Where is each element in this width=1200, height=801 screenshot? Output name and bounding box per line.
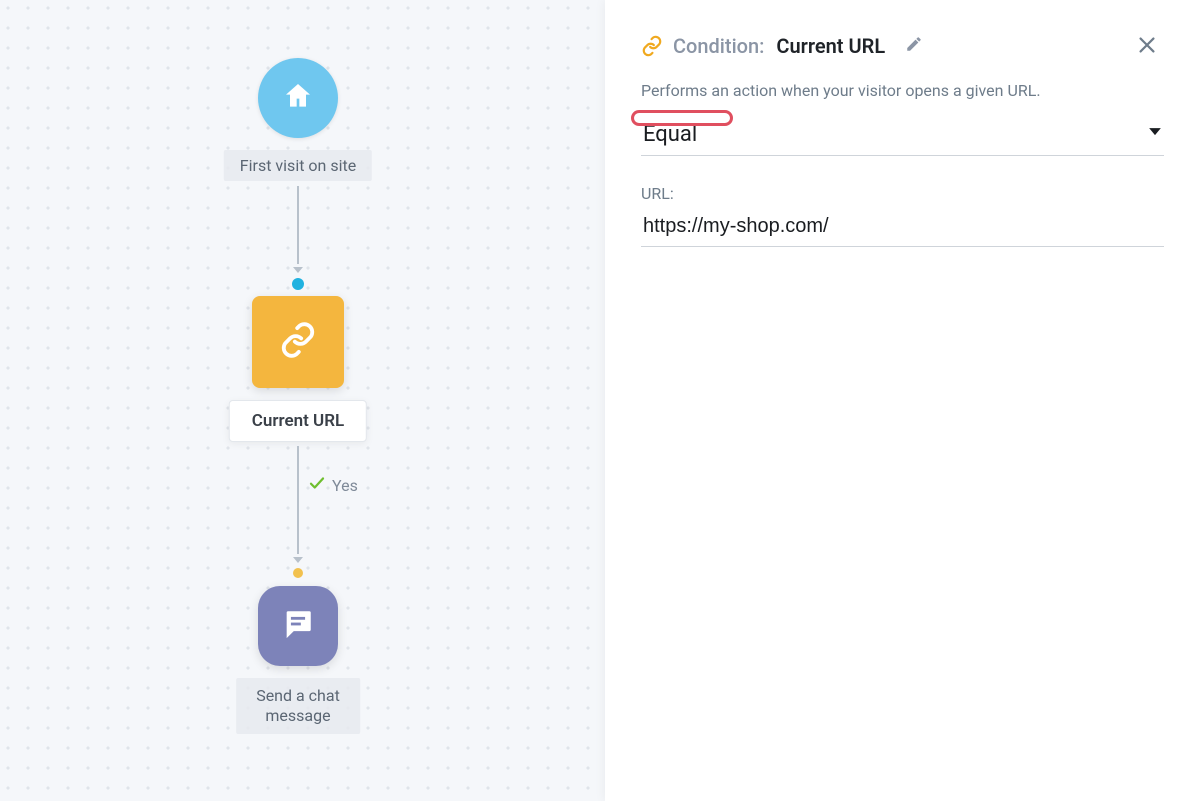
chat-icon [281, 607, 315, 645]
connector-dot-in [293, 568, 303, 578]
action-node-send-chat[interactable] [258, 586, 338, 666]
condition-value: Current URL [776, 34, 885, 58]
arrow-down-icon [292, 264, 304, 276]
close-icon [1136, 34, 1158, 60]
link-icon [641, 35, 663, 57]
connector-line [297, 186, 299, 264]
connector-line [297, 446, 299, 554]
action-node-label: Send a chatmessage [236, 678, 360, 734]
panel-description: Performs an action when your visitor ope… [641, 80, 1164, 102]
condition-label: Condition: [673, 34, 764, 58]
arrow-down-icon [292, 554, 304, 566]
trigger-node-first-visit[interactable] [258, 58, 338, 138]
condition-panel: Condition: Current URL Performs an actio… [605, 0, 1200, 801]
close-button[interactable] [1130, 30, 1164, 64]
condition-node-current-url[interactable] [252, 296, 344, 388]
panel-header: Condition: Current URL [641, 34, 1164, 58]
home-icon [282, 80, 314, 116]
trigger-node-label: First visit on site [224, 150, 372, 181]
pencil-icon [905, 38, 923, 57]
connector-dot-in [292, 278, 304, 290]
operator-value: Equal [641, 116, 1164, 155]
url-input[interactable] [641, 209, 1164, 247]
operator-select[interactable]: Equal [641, 116, 1164, 156]
flow-canvas[interactable]: First visit on site Current URL Yes [0, 0, 1200, 801]
url-field-label: URL: [641, 184, 1164, 203]
link-icon [279, 321, 317, 363]
edit-button[interactable] [905, 35, 923, 57]
check-icon [308, 474, 326, 496]
condition-node-label: Current URL [229, 400, 367, 442]
branch-label-yes: Yes [308, 474, 358, 496]
chevron-down-icon [1148, 124, 1162, 143]
branch-label-text: Yes [332, 476, 358, 495]
